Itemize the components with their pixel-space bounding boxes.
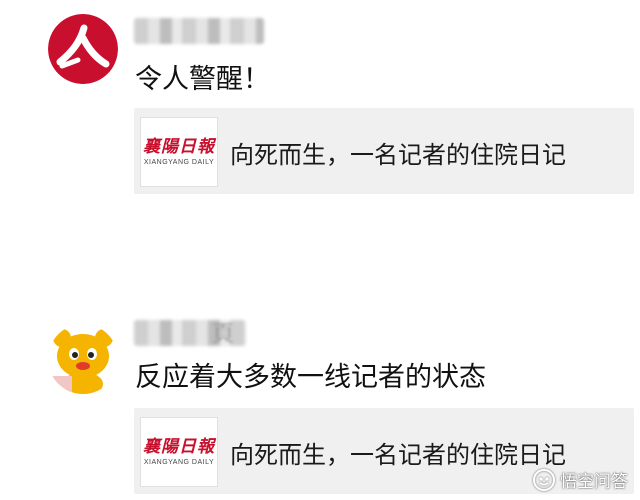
avatar[interactable]	[48, 14, 118, 84]
logo-english-text: XIANGYANG DAILY	[143, 159, 215, 167]
watermark: 悟空问答	[532, 467, 628, 492]
logo-english-text: XIANGYANG DAILY	[143, 459, 215, 467]
article-title: 向死而生，一名记者的住院日记	[230, 441, 566, 469]
wukong-logo-icon	[533, 468, 555, 491]
shared-article-card[interactable]: 襄陽日報 XIANGYANG DAILY 向死而生，一名记者的住院日记	[134, 108, 634, 194]
newspaper-logo: 襄陽日報 XIANGYANG DAILY	[140, 417, 218, 487]
logo-chinese-text: 襄陽日報	[143, 436, 215, 457]
article-title: 向死而生，一名记者的住院日记	[230, 141, 566, 169]
username-blurred[interactable]	[134, 18, 264, 44]
username-visible-part: 頁	[212, 322, 235, 347]
logo-chinese-text: 襄陽日報	[143, 136, 215, 157]
watermark-text: 悟空问答	[560, 472, 628, 492]
newspaper-logo: 襄陽日報 XIANGYANG DAILY	[140, 117, 218, 187]
post-message: 反应着大多数一线记者的状态	[135, 362, 486, 393]
post-message: 令人警醒！	[135, 64, 270, 95]
red-figure-logo-icon	[48, 14, 118, 84]
avatar[interactable]	[48, 324, 118, 394]
yellow-bear-mascot-icon	[48, 324, 118, 394]
